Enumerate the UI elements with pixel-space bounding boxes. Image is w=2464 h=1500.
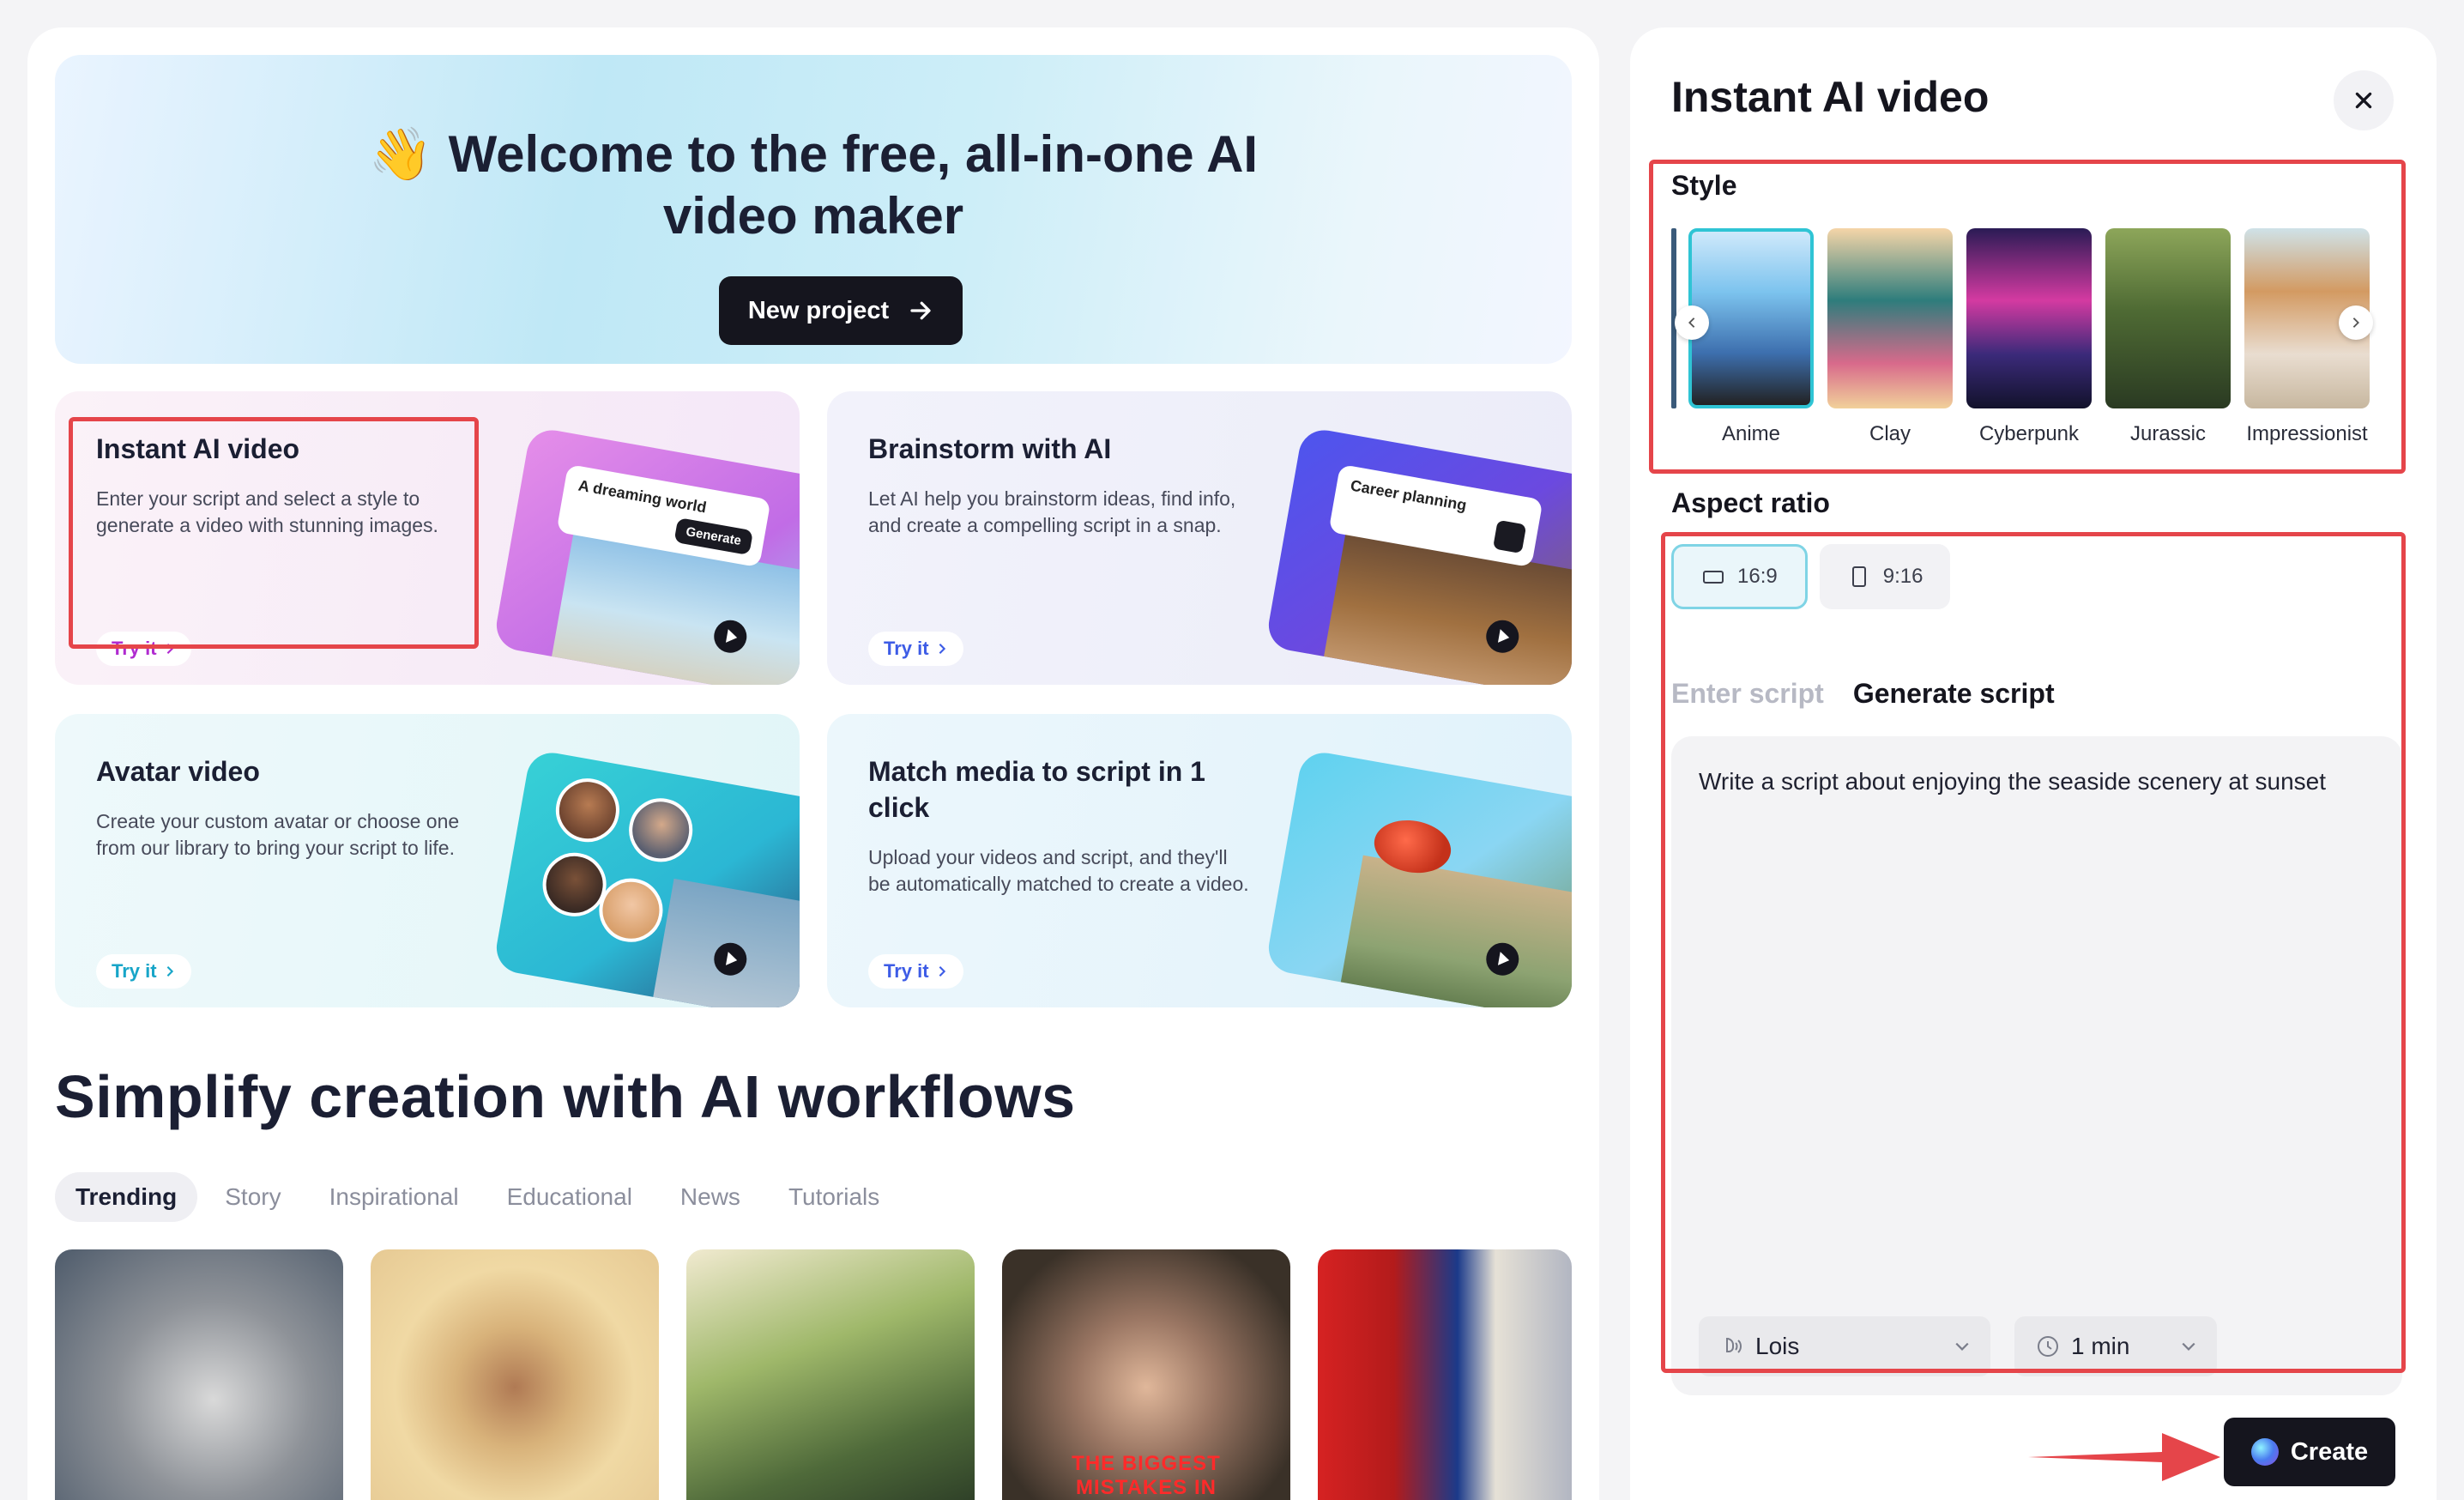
style-thumbnail <box>1827 228 1953 408</box>
card-illustration: Career planning <box>1265 426 1572 685</box>
tab-inspirational[interactable]: Inspirational <box>309 1172 480 1222</box>
card-title: Match media to script in 1 click <box>868 756 1205 823</box>
try-it-button[interactable]: Try it <box>868 954 963 989</box>
style-option-cyberpunk[interactable]: Cyberpunk <box>1966 228 2092 446</box>
card-description: Create your custom avatar or choose one … <box>96 810 460 859</box>
card-illustration <box>492 748 800 1007</box>
match-media-card[interactable]: Match media to script in 1 click Upload … <box>827 714 1572 1007</box>
tab-educational[interactable]: Educational <box>486 1172 653 1222</box>
voice-icon <box>1726 1337 1742 1353</box>
workflow-thumbnails: THE BIGGEST MISTAKES IN <box>55 1249 1572 1500</box>
thumbnail-caption: THE BIGGEST MISTAKES IN <box>1072 1452 1221 1499</box>
ratio-9-16-button[interactable]: 9:16 <box>1819 544 1951 609</box>
staircase-thumbnail[interactable] <box>1318 1249 1572 1500</box>
card-illustration <box>1265 748 1572 1007</box>
try-it-button[interactable]: Try it <box>868 632 963 666</box>
try-it-button[interactable]: Try it <box>96 954 191 989</box>
style-carousel: Anime Clay Cyberpunk Jurassic Impression… <box>1671 228 2376 481</box>
chevron-right-icon <box>166 644 173 654</box>
card-description: Enter your script and select a style to … <box>96 487 438 536</box>
style-option-jurassic[interactable]: Jurassic <box>2105 228 2231 446</box>
style-name: Cyberpunk <box>1978 422 2080 445</box>
tab-enter-script[interactable]: Enter script <box>1671 678 1824 710</box>
landscape-icon <box>1703 571 1724 584</box>
duration-dropdown[interactable]: 1 min <box>2014 1316 2217 1376</box>
panel-title: Instant AI video <box>1671 73 1990 121</box>
style-thumbnail <box>1966 228 2092 408</box>
style-name: Clay <box>1869 422 1911 445</box>
tab-story[interactable]: Story <box>204 1172 301 1222</box>
pointer-arrow-icon <box>2028 1433 2220 1481</box>
dinosaur-thumbnail[interactable] <box>686 1249 975 1500</box>
main-content: 👋 Welcome to the free, all-in-one AI vide… <box>27 27 1599 1500</box>
card-title: Avatar video <box>96 756 260 787</box>
welcome-title: 👋 Welcome to the free, all-in-one AI vide… <box>368 125 1259 245</box>
chevron-right-icon <box>939 644 945 654</box>
seascape-image <box>548 529 800 685</box>
tab-trending[interactable]: Trending <box>55 1172 198 1222</box>
close-icon <box>2355 92 2372 109</box>
search-icon <box>1492 519 1527 554</box>
cactus-image <box>1338 855 1572 1007</box>
orb-icon <box>2250 1438 2279 1466</box>
card-description: Upload your videos and script, and they'… <box>868 846 1249 895</box>
tab-tutorials[interactable]: Tutorials <box>768 1172 900 1222</box>
generate-chip-button: Generate <box>673 517 754 556</box>
style-label: Style <box>1671 170 1737 201</box>
new-project-button[interactable]: New project <box>719 276 963 345</box>
elderly-man-thumbnail[interactable]: THE BIGGEST MISTAKES IN <box>1002 1249 1290 1500</box>
chevron-right-icon <box>2352 318 2359 328</box>
portrait-icon <box>1851 566 1866 587</box>
chevron-down-icon <box>1955 1342 1969 1351</box>
style-name: Jurassic <box>2129 422 2207 445</box>
tab-news[interactable]: News <box>660 1172 761 1222</box>
card-title: Instant AI video <box>96 433 300 464</box>
script-prompt-text: Write a script about enjoying the seasid… <box>1699 768 2326 795</box>
try-it-button[interactable]: Try it <box>96 632 191 666</box>
instant-ai-video-card[interactable]: Instant AI video Enter your script and s… <box>55 391 800 685</box>
create-button[interactable]: Create <box>2224 1418 2395 1486</box>
chevron-right-icon <box>166 966 173 977</box>
chevron-left-icon <box>1688 318 1695 328</box>
carousel-next-button[interactable] <box>2339 305 2373 340</box>
arrow-right-icon <box>910 301 931 320</box>
aspect-ratio-options: 16:9 9:16 <box>1671 544 1951 609</box>
chevron-right-icon <box>939 966 945 977</box>
carousel-prev-button[interactable] <box>1675 305 1709 340</box>
tab-generate-script[interactable]: Generate script <box>1853 678 2055 710</box>
knitting-image <box>1320 529 1572 685</box>
workflows-title: Simplify creation with AI workflows <box>55 1063 1076 1130</box>
avatar <box>624 793 698 868</box>
clock-icon <box>2038 1336 2058 1357</box>
chevron-down-icon <box>2182 1342 2195 1351</box>
workflow-tabs: Trending Story Inspirational Educational… <box>55 1172 900 1222</box>
brainstorm-with-ai-card[interactable]: Brainstorm with AI Let AI help you brain… <box>827 391 1572 685</box>
portrait-thumbnail[interactable] <box>371 1249 659 1500</box>
close-button[interactable] <box>2334 70 2394 130</box>
wave-emoji-icon: 👋 <box>368 125 433 183</box>
style-thumbnail <box>2105 228 2231 408</box>
voice-dropdown[interactable]: Lois <box>1699 1316 1990 1376</box>
card-title: Brainstorm with AI <box>868 433 1112 464</box>
style-option-anime[interactable]: Anime <box>1688 228 1814 446</box>
style-name: Impressionist <box>2246 422 2368 445</box>
instant-ai-video-panel: Instant AI video Style Anime Clay Cyberp… <box>1630 27 2437 1500</box>
card-illustration: A dreaming world Generate <box>492 426 800 685</box>
style-option-clay[interactable]: Clay <box>1827 228 1953 446</box>
avatar <box>551 773 625 848</box>
snow-leopard-thumbnail[interactable] <box>55 1249 343 1500</box>
welcome-banner: 👋 Welcome to the free, all-in-one AI vide… <box>55 55 1572 364</box>
aspect-ratio-label: Aspect ratio <box>1671 487 1830 518</box>
script-input[interactable]: Write a script about enjoying the seasid… <box>1671 736 2402 1395</box>
avatar-video-card[interactable]: Avatar video Create your custom avatar o… <box>55 714 800 1007</box>
ratio-16-9-button[interactable]: 16:9 <box>1671 544 1808 609</box>
card-description: Let AI help you brainstorm ideas, find i… <box>868 487 1236 536</box>
script-tabs: Enter script Generate script <box>1671 678 2055 710</box>
style-name: Anime <box>1721 422 1781 445</box>
